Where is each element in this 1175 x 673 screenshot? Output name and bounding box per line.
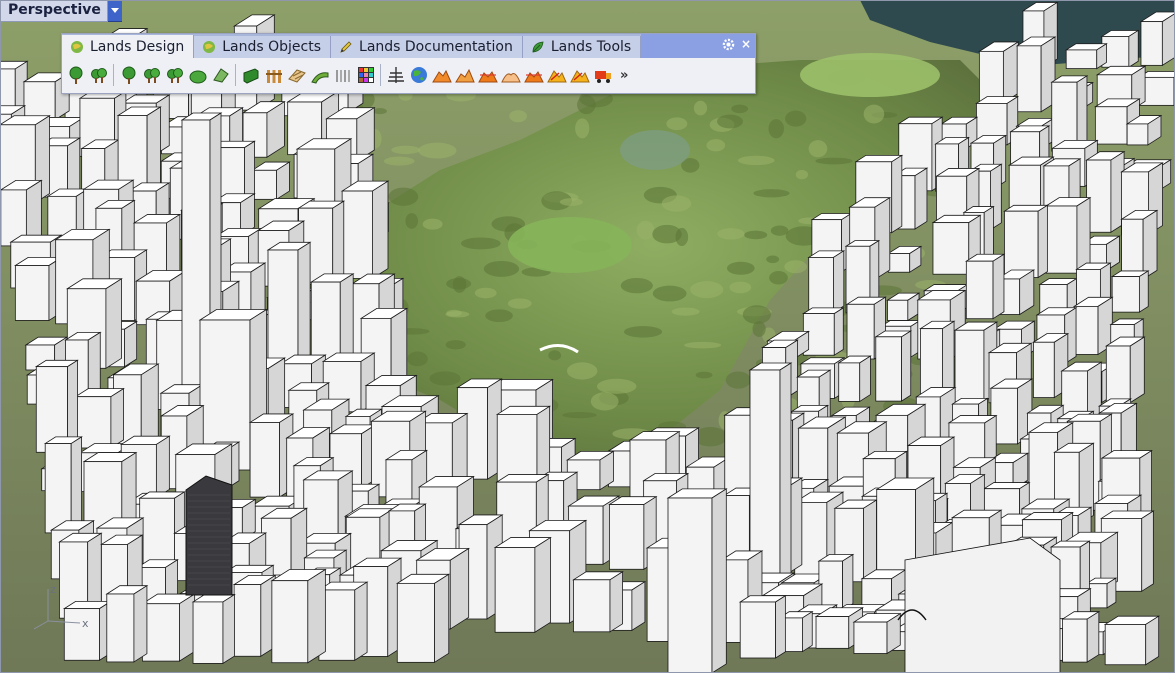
toolbar-overflow-chevron-icon[interactable]: »	[620, 68, 628, 83]
terrain-levels-icon	[387, 67, 404, 83]
single-tree-button[interactable]	[117, 63, 140, 87]
city-model-scene[interactable]	[0, 0, 1175, 673]
globe-terrain-button[interactable]	[407, 63, 430, 87]
lands-documentation-pencil-icon	[340, 41, 352, 53]
viewport-name-label[interactable]: Perspective	[0, 0, 108, 22]
axis-widget: z x	[33, 583, 89, 630]
toolbar-tab-strip: Lands Design Lands Objects Lands Documen…	[62, 34, 755, 58]
gear-icon[interactable]	[722, 38, 735, 51]
tab-lands-tools[interactable]: Lands Tools	[522, 36, 642, 58]
terrain-edit-icon	[454, 68, 475, 83]
x-axis-label: x	[82, 617, 89, 630]
shrub-row-button[interactable]	[163, 63, 186, 87]
terrain-cut-button[interactable]	[568, 63, 591, 87]
path-button[interactable]	[308, 63, 331, 87]
toolbar-separator	[380, 64, 381, 86]
lands-tools-leaf-icon	[532, 41, 544, 53]
terrain-raise-button[interactable]	[476, 63, 499, 87]
tab-label: Lands Objects	[222, 39, 322, 55]
single-tree-icon	[122, 66, 135, 84]
paving-icon	[287, 69, 306, 83]
viewport-title-tab[interactable]: Perspective	[0, 0, 122, 22]
shrub-row-icon	[166, 68, 183, 83]
x-axis-line	[47, 620, 81, 624]
terrain-smooth-icon	[500, 73, 521, 83]
color-palette-icon	[357, 67, 374, 83]
z-axis-label: z	[50, 583, 56, 596]
curb-button[interactable]	[331, 63, 354, 87]
curb-icon	[335, 70, 350, 82]
earthwork-truck-button[interactable]	[591, 63, 614, 87]
tab-lands-documentation[interactable]: Lands Documentation	[331, 36, 523, 58]
plant-tree-icon	[69, 66, 82, 84]
lands-toolbar-panel: Lands Design Lands Objects Lands Documen…	[61, 33, 756, 94]
tree-row-button[interactable]	[140, 63, 163, 87]
path-icon	[310, 72, 328, 84]
y-axis-line	[33, 620, 49, 630]
terrain-flatten-button[interactable]	[522, 63, 545, 87]
terrain-raise-icon	[477, 71, 498, 83]
plant-tree-group-button[interactable]	[87, 63, 110, 87]
terrain-smooth-button[interactable]	[499, 63, 522, 87]
toolbar-separator	[113, 64, 114, 86]
globe-terrain-icon	[410, 67, 427, 83]
tab-label: Lands Tools	[550, 39, 632, 55]
toolbar-controls: ×	[722, 38, 751, 51]
plant-tree-button[interactable]	[64, 63, 87, 87]
fence-button[interactable]	[262, 63, 285, 87]
tab-label: Lands Design	[90, 38, 185, 55]
earthwork-truck-icon	[594, 71, 611, 83]
paving-button[interactable]	[285, 63, 308, 87]
terrain-slope-button[interactable]	[545, 63, 568, 87]
terrain-create-icon	[431, 69, 452, 83]
color-palette-button[interactable]	[354, 63, 377, 87]
shrub-area-button[interactable]	[186, 63, 209, 87]
toolbar-button-row: »	[62, 58, 755, 92]
close-icon[interactable]: ×	[741, 38, 751, 51]
terrain-levels-button[interactable]	[384, 63, 407, 87]
hedge-icon	[243, 68, 258, 84]
viewport-menu-dropdown-icon[interactable]	[107, 0, 122, 22]
terrain-flatten-icon	[523, 71, 544, 83]
tab-label: Lands Documentation	[359, 39, 513, 55]
terrain-cut-icon	[569, 70, 590, 83]
plant-label-icon	[212, 68, 229, 83]
terrain-create-button[interactable]	[430, 63, 453, 87]
tab-lands-design[interactable]: Lands Design	[62, 35, 195, 58]
lands-design-globe-icon	[71, 40, 83, 53]
lands-objects-globe-icon	[203, 41, 216, 53]
perspective-viewport[interactable]: Perspective Lands Design Lands Objects L…	[0, 0, 1175, 673]
tab-lands-objects[interactable]: Lands Objects	[194, 36, 332, 58]
tree-row-icon	[143, 68, 160, 83]
shrub-area-icon	[189, 70, 206, 84]
terrain-edit-button[interactable]	[453, 63, 476, 87]
plant-tree-group-icon	[90, 68, 107, 83]
terrain-slope-icon	[546, 70, 567, 83]
fence-icon	[265, 70, 282, 83]
hedge-button[interactable]	[239, 63, 262, 87]
plant-label-button[interactable]	[209, 63, 232, 87]
toolbar-separator	[235, 64, 236, 86]
